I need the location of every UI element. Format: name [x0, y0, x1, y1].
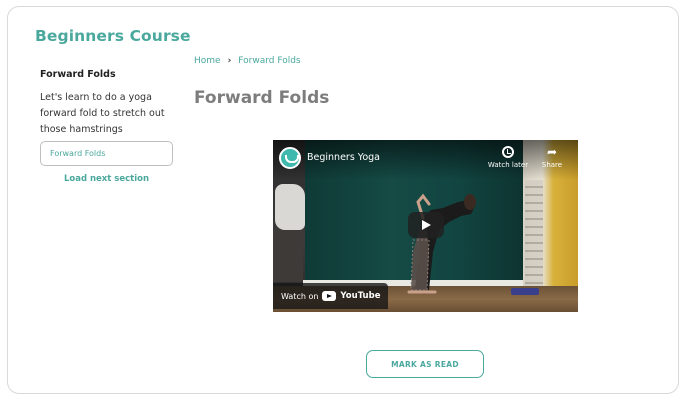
page-title: Forward Folds	[194, 88, 330, 108]
sidebar-item-forward-folds[interactable]: Forward Folds	[40, 141, 173, 166]
share-arrow-icon: ➦	[546, 145, 558, 159]
breadcrumb-current-link[interactable]: Forward Folds	[238, 56, 300, 66]
youtube-label: YouTube	[340, 291, 381, 301]
breadcrumb: Home › Forward Folds	[194, 56, 301, 66]
course-title: Beginners Course	[35, 27, 191, 45]
watch-on-youtube-button[interactable]: Watch on YouTube	[273, 283, 389, 309]
watch-on-label: Watch on	[281, 291, 319, 301]
share-label: Share	[541, 161, 563, 169]
youtube-logo-icon	[322, 291, 337, 301]
chevron-right-icon: ›	[227, 56, 232, 66]
share-button[interactable]: ➦ Share	[537, 146, 567, 169]
clock-icon	[502, 146, 514, 158]
yoga-channel-icon[interactable]	[279, 147, 301, 169]
sidebar-heading: Forward Folds	[40, 69, 116, 80]
play-icon[interactable]	[408, 212, 444, 238]
load-next-section-link[interactable]: Load next section	[40, 174, 173, 184]
watch-later-button[interactable]: Watch later	[486, 146, 530, 169]
breadcrumb-home-link[interactable]: Home	[194, 56, 221, 66]
video-player[interactable]: Beginners Yoga Watch later ➦ Share Watch…	[273, 140, 578, 312]
sidebar-description: Let's learn to do a yoga forward fold to…	[40, 92, 165, 135]
video-title[interactable]: Beginners Yoga	[307, 152, 380, 163]
watch-later-label: Watch later	[487, 161, 529, 169]
mark-as-read-button[interactable]: MARK AS READ	[366, 350, 484, 378]
